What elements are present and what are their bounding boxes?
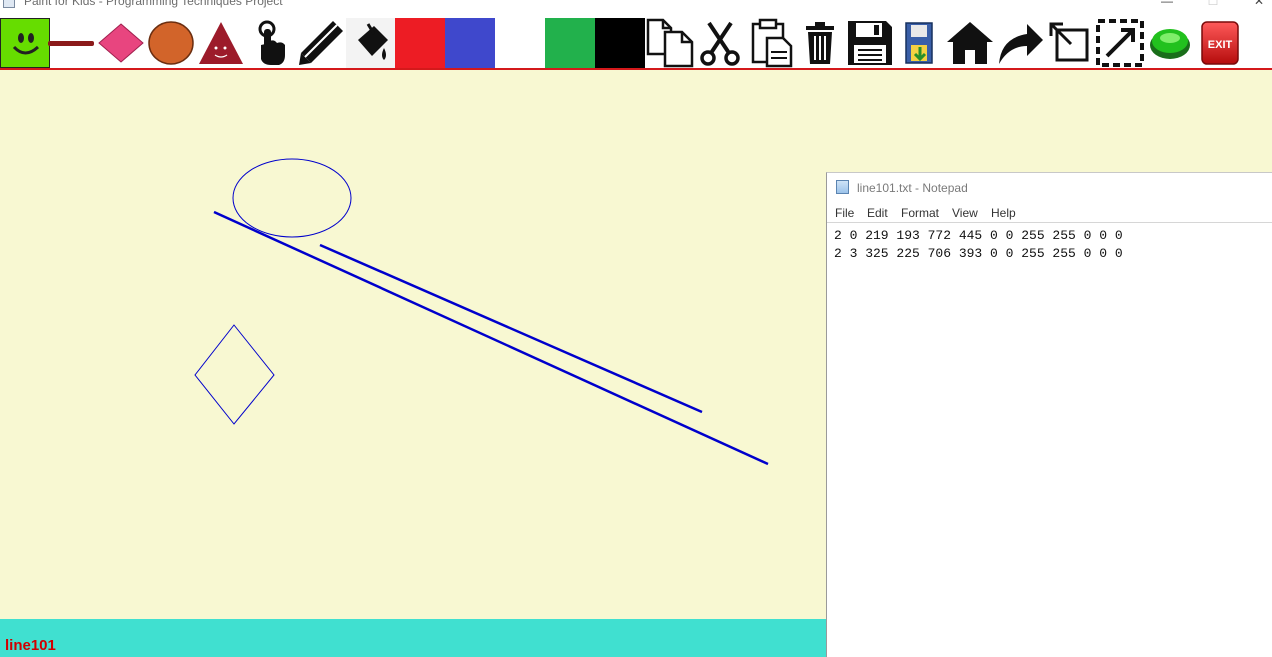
save-by-type-icon[interactable] bbox=[895, 18, 945, 68]
scramble-icon[interactable] bbox=[1095, 18, 1145, 68]
color-red-swatch[interactable] bbox=[395, 18, 445, 68]
resize-icon[interactable] bbox=[1045, 18, 1095, 68]
exit-label: EXIT bbox=[1208, 39, 1233, 51]
notepad-menubar: File Edit Format View Help bbox=[827, 203, 1272, 223]
color-black-swatch[interactable] bbox=[595, 18, 645, 68]
status-message: line101 bbox=[5, 637, 56, 654]
triangle-tool-icon[interactable] bbox=[196, 18, 246, 68]
pencil-tool-icon[interactable] bbox=[296, 18, 346, 68]
rhombus-tool-icon[interactable] bbox=[96, 18, 146, 68]
maximize-button[interactable]: ☐ bbox=[1190, 0, 1236, 11]
color-blue-swatch[interactable] bbox=[445, 18, 495, 68]
color-white-swatch[interactable] bbox=[495, 18, 545, 68]
toolbar: EXIT bbox=[0, 18, 1244, 68]
menu-edit[interactable]: Edit bbox=[867, 206, 888, 220]
load-icon[interactable] bbox=[945, 18, 995, 68]
text-line: 2 0 219 193 772 445 0 0 255 255 0 0 0 bbox=[834, 228, 1123, 243]
minimize-button[interactable]: — bbox=[1144, 0, 1190, 11]
notepad-titlebar[interactable]: line101.txt - Notepad bbox=[827, 173, 1272, 203]
menu-file[interactable]: File bbox=[835, 206, 854, 220]
app-title: Paint for Kids - Programming Techniques … bbox=[24, 0, 283, 8]
app-titlebar: Paint for Kids - Programming Techniques … bbox=[0, 0, 1272, 12]
close-button[interactable]: ✕ bbox=[1236, 0, 1272, 11]
color-green-swatch[interactable] bbox=[545, 18, 595, 68]
line-shape-1[interactable] bbox=[213, 210, 769, 466]
line-tool-icon[interactable] bbox=[46, 18, 96, 68]
ellipse-shape[interactable] bbox=[232, 158, 352, 238]
app-window-icon bbox=[3, 0, 15, 8]
menu-help[interactable]: Help bbox=[991, 206, 1016, 220]
notepad-title: line101.txt - Notepad bbox=[857, 181, 968, 195]
rhombus-shape[interactable] bbox=[194, 324, 275, 425]
notepad-window[interactable]: line101.txt - Notepad File Edit Format V… bbox=[826, 172, 1272, 657]
play-mode-icon[interactable] bbox=[1145, 18, 1195, 68]
notepad-icon bbox=[836, 180, 849, 194]
circle-tool-icon[interactable] bbox=[146, 18, 196, 68]
text-line: 2 3 325 225 706 393 0 0 255 255 0 0 0 bbox=[834, 246, 1123, 261]
paste-icon[interactable] bbox=[745, 18, 795, 68]
line-shape-2[interactable] bbox=[319, 243, 703, 414]
menu-format[interactable]: Format bbox=[901, 206, 939, 220]
exit-icon[interactable]: EXIT bbox=[1195, 18, 1245, 68]
copy-icon[interactable] bbox=[645, 18, 695, 68]
smiley-mode-icon[interactable] bbox=[0, 18, 50, 68]
select-tool-icon[interactable] bbox=[246, 18, 296, 68]
redo-icon[interactable] bbox=[995, 18, 1045, 68]
save-icon[interactable] bbox=[845, 18, 895, 68]
menu-view[interactable]: View bbox=[952, 206, 978, 220]
notepad-text-area[interactable]: 2 0 219 193 772 445 0 0 255 255 0 0 0 2 … bbox=[827, 224, 1272, 656]
fill-bucket-icon[interactable] bbox=[346, 18, 396, 68]
delete-icon[interactable] bbox=[795, 18, 845, 68]
cut-icon[interactable] bbox=[695, 18, 745, 68]
